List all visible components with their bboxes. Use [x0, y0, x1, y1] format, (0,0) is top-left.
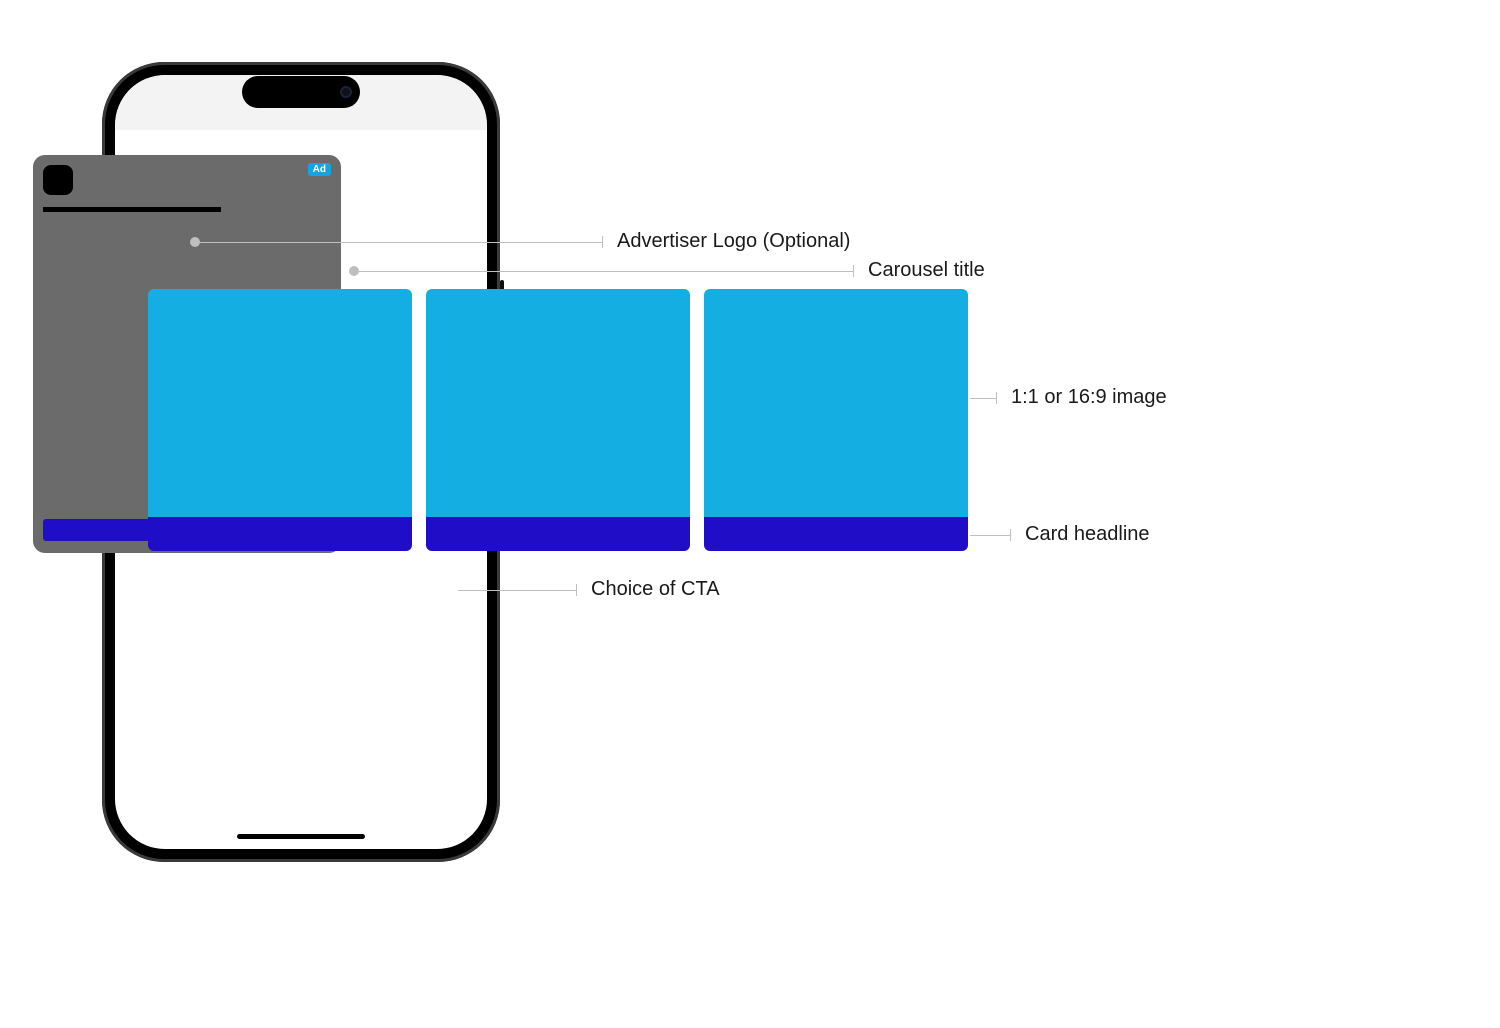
annotation-leader-line: [359, 271, 853, 272]
annotation-leader-line: [458, 590, 576, 591]
advertiser-logo-placeholder: [43, 165, 73, 195]
phone-dynamic-island-icon: [242, 76, 360, 108]
annotation-tick-icon: [1010, 529, 1011, 541]
annotation-tick-icon: [576, 584, 577, 596]
annotation-card-headline: Card headline: [1025, 523, 1150, 546]
phone-camera-icon: [340, 86, 352, 98]
carousel-card[interactable]: [426, 289, 690, 551]
annotation-leader-line: [970, 398, 996, 399]
annotation-leader-line: [200, 242, 602, 243]
card-image-placeholder: [148, 289, 412, 517]
card-headline-placeholder: [148, 517, 412, 551]
annotation-tick-icon: [996, 392, 997, 404]
phone-home-indicator: [237, 834, 365, 839]
diagram-stage: Ad Advertiser Logo (Optional) Carousel t…: [0, 0, 1500, 1028]
annotation-cta: Choice of CTA: [591, 578, 720, 601]
annotation-pin-icon: [349, 266, 359, 276]
carousel-card[interactable]: [704, 289, 968, 551]
card-image-placeholder: [426, 289, 690, 517]
annotation-image-ratio: 1:1 or 16:9 image: [1011, 386, 1167, 409]
carousel-cards[interactable]: [148, 289, 968, 551]
annotation-advertiser-logo: Advertiser Logo (Optional): [617, 230, 850, 253]
card-headline-placeholder: [426, 517, 690, 551]
annotation-pin-icon: [190, 237, 200, 247]
annotation-tick-icon: [602, 236, 603, 248]
card-image-placeholder: [704, 289, 968, 517]
annotation-carousel-title: Carousel title: [868, 259, 985, 282]
ad-badge: Ad: [308, 163, 331, 176]
carousel-title-placeholder: [43, 207, 221, 212]
annotation-leader-line: [970, 535, 1010, 536]
annotation-tick-icon: [853, 265, 854, 277]
card-headline-placeholder: [704, 517, 968, 551]
carousel-card[interactable]: [148, 289, 412, 551]
